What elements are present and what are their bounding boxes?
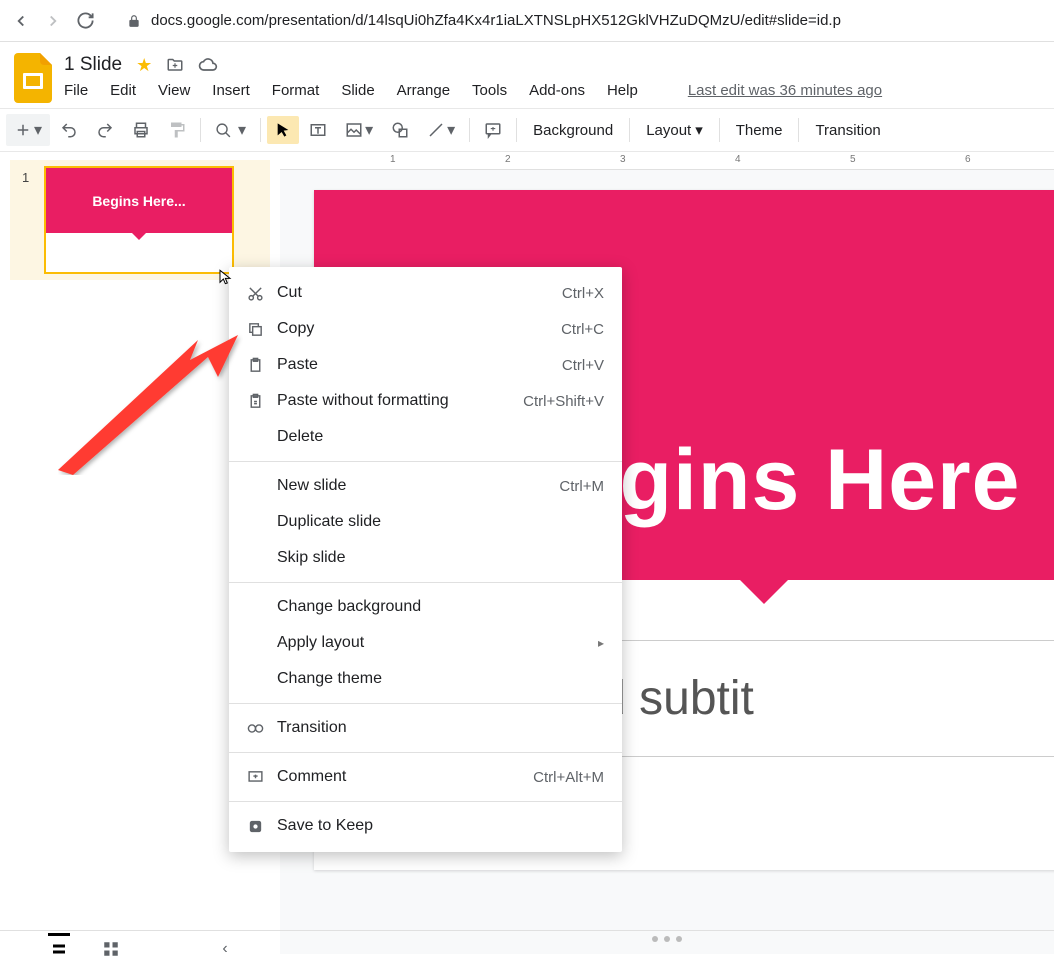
shape-button[interactable] xyxy=(383,115,417,145)
menu-addons[interactable]: Add-ons xyxy=(529,82,585,99)
cut-icon xyxy=(247,285,277,302)
slides-logo-icon[interactable] xyxy=(12,50,54,106)
menu-edit[interactable]: Edit xyxy=(110,82,136,99)
cm-change-background[interactable]: Change background xyxy=(229,589,622,625)
document-title[interactable]: 1 Slide xyxy=(64,54,122,76)
move-icon[interactable] xyxy=(166,55,184,75)
menu-bar: File Edit View Insert Format Slide Arran… xyxy=(64,76,1044,99)
line-button[interactable]: ▾ xyxy=(419,114,463,146)
cm-paste-no-format[interactable]: Paste without formattingCtrl+Shift+V xyxy=(229,383,622,419)
paste-icon xyxy=(247,357,277,374)
cm-delete[interactable]: Delete xyxy=(229,419,622,455)
bottom-view-tabs: ‹ xyxy=(0,930,1054,966)
menu-insert[interactable]: Insert xyxy=(212,82,250,99)
filmstrip-tab[interactable] xyxy=(48,933,70,955)
copy-icon xyxy=(247,321,277,338)
menu-view[interactable]: View xyxy=(158,82,190,99)
menu-arrange[interactable]: Arrange xyxy=(397,82,450,99)
cm-skip-slide[interactable]: Skip slide xyxy=(229,540,622,576)
redo-button[interactable] xyxy=(88,115,122,145)
cm-copy[interactable]: CopyCtrl+C xyxy=(229,311,622,347)
textbox-button[interactable] xyxy=(301,115,335,145)
print-button[interactable] xyxy=(124,115,158,145)
context-menu: CutCtrl+X CopyCtrl+C PasteCtrl+V Paste w… xyxy=(229,267,622,852)
cm-new-slide[interactable]: New slideCtrl+M xyxy=(229,468,622,504)
cm-duplicate-slide[interactable]: Duplicate slide xyxy=(229,504,622,540)
forward-icon[interactable] xyxy=(44,12,62,30)
menu-tools[interactable]: Tools xyxy=(472,82,507,99)
menu-help[interactable]: Help xyxy=(607,82,638,99)
undo-button[interactable] xyxy=(52,115,86,145)
new-slide-button[interactable]: ▾ xyxy=(6,114,50,146)
cm-transition[interactable]: Transition xyxy=(229,710,622,746)
menu-slide[interactable]: Slide xyxy=(341,82,374,99)
menu-file[interactable]: File xyxy=(64,82,88,99)
layout-button[interactable]: Layout ▾ xyxy=(636,121,713,139)
keep-icon xyxy=(247,818,277,835)
address-bar[interactable]: docs.google.com/presentation/d/14lsqUi0h… xyxy=(109,12,1042,29)
cm-apply-layout[interactable]: Apply layout xyxy=(229,625,622,661)
theme-button[interactable]: Theme xyxy=(726,122,793,139)
transition-icon xyxy=(247,720,277,737)
mouse-cursor-icon xyxy=(218,268,234,286)
cloud-icon[interactable] xyxy=(198,55,218,75)
zoom-button[interactable]: ▾ xyxy=(207,114,254,146)
slide-thumbnail[interactable]: Begins Here... xyxy=(44,166,234,274)
background-button[interactable]: Background xyxy=(523,122,623,139)
browser-chrome: docs.google.com/presentation/d/14lsqUi0h… xyxy=(0,0,1054,42)
paste-plain-icon xyxy=(247,393,277,410)
last-edit-link[interactable]: Last edit was 36 minutes ago xyxy=(688,82,882,99)
transition-button[interactable]: Transition xyxy=(805,122,890,139)
comment-icon xyxy=(247,769,277,786)
image-button[interactable]: ▾ xyxy=(337,114,381,146)
cm-paste[interactable]: PasteCtrl+V xyxy=(229,347,622,383)
thumb-title: Begins Here... xyxy=(46,168,232,233)
menu-format[interactable]: Format xyxy=(272,82,320,99)
select-tool-button[interactable] xyxy=(267,116,299,144)
browser-nav xyxy=(12,11,95,30)
cm-cut[interactable]: CutCtrl+X xyxy=(229,275,622,311)
grid-tab[interactable] xyxy=(100,938,122,960)
star-icon[interactable]: ★ xyxy=(136,55,152,76)
paint-format-button[interactable] xyxy=(160,115,194,145)
toolbar: ▾ ▾ ▾ ▾ Background Layout ▾ Theme Transi… xyxy=(0,108,1054,152)
lock-icon xyxy=(127,14,141,28)
document-header: 1 Slide ★ File Edit View Insert Format S… xyxy=(0,42,1054,108)
cm-change-theme[interactable]: Change theme xyxy=(229,661,622,697)
reload-icon[interactable] xyxy=(76,11,95,30)
horizontal-ruler: 1 2 3 4 5 6 xyxy=(280,152,1054,170)
thumb-number: 1 xyxy=(22,170,29,185)
cm-save-to-keep[interactable]: Save to Keep xyxy=(229,808,622,844)
url-text: docs.google.com/presentation/d/14lsqUi0h… xyxy=(151,12,841,29)
back-icon[interactable] xyxy=(12,12,30,30)
collapse-panel-icon[interactable]: ‹ xyxy=(214,938,236,960)
cm-comment[interactable]: CommentCtrl+Alt+M xyxy=(229,759,622,795)
comment-button[interactable] xyxy=(476,115,510,145)
